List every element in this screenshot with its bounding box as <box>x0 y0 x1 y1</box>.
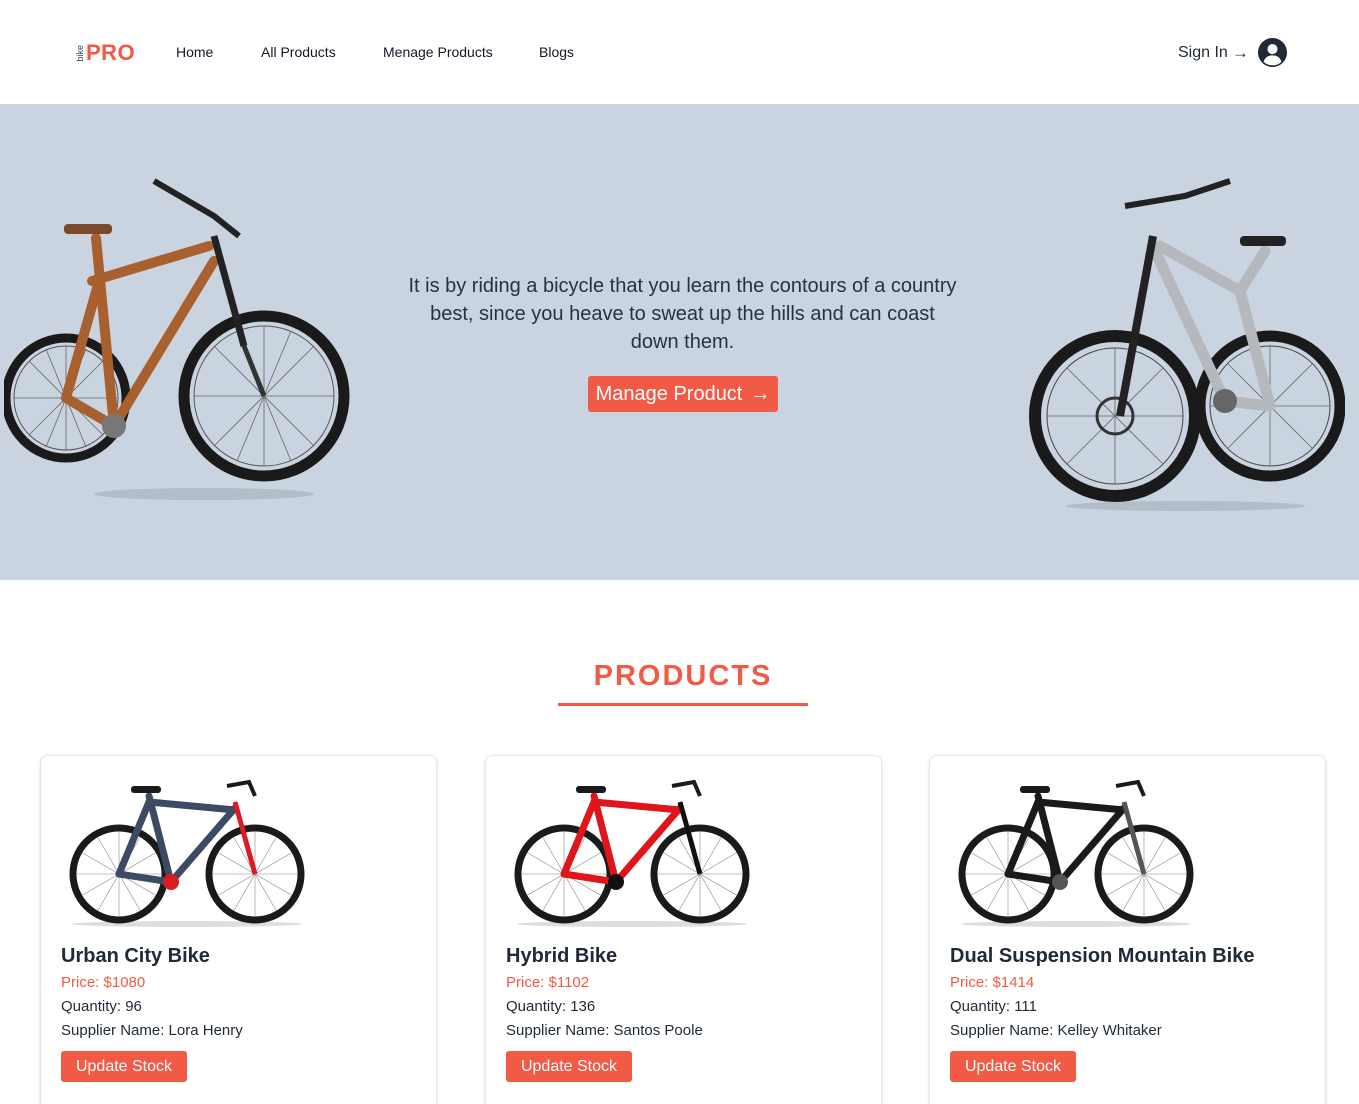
nav-link-manage-products[interactable]: Menage Products <box>383 44 493 60</box>
logo-main-text: PRO <box>86 40 136 65</box>
hero-banner: It is by riding a bicycle that you learn… <box>0 104 1359 580</box>
product-quantity: Quantity: 111 <box>950 998 1037 1015</box>
product-card: Dual Suspension Mountain Bike Price: $14… <box>929 755 1326 1104</box>
product-price: Price: $1080 <box>61 974 146 991</box>
product-supplier: Supplier Name: Santos Poole <box>506 1022 703 1039</box>
logo[interactable]: bike PRO <box>75 40 136 66</box>
products-heading: PRODUCTS <box>593 660 773 692</box>
navbar: bike PRO Home All Products Menage Produc… <box>0 0 1359 104</box>
silver-bike-image <box>1029 178 1345 511</box>
product-name: Hybrid Bike <box>506 945 618 967</box>
update-stock-button[interactable]: Update Stock <box>506 1051 632 1082</box>
product-quantity: Quantity: 136 <box>506 998 596 1015</box>
arrow-right-icon: → <box>1231 43 1249 62</box>
sign-in-link[interactable]: Sign In → <box>1178 43 1249 63</box>
manage-product-label: Manage Product <box>595 382 743 405</box>
sign-in-label: Sign In <box>1178 44 1228 61</box>
product-price: Price: $1102 <box>506 974 590 991</box>
orange-bike-image <box>4 178 350 500</box>
nav-link-blogs[interactable]: Blogs <box>539 44 574 60</box>
product-card: Hybrid Bike Price: $1102 Quantity: 136 S… <box>485 755 882 1104</box>
manage-product-button[interactable]: Manage Product → <box>588 376 778 412</box>
products-heading-underline <box>558 703 808 706</box>
product-image-urban-city-bike <box>69 779 305 927</box>
product-card: Urban City Bike Price: $1080 Quantity: 9… <box>40 755 437 1104</box>
hero-quote: It is by riding a bicycle that you learn… <box>408 275 957 353</box>
update-stock-button[interactable]: Update Stock <box>61 1051 187 1082</box>
nav-link-all-products[interactable]: All Products <box>261 44 336 60</box>
product-quantity: Quantity: 96 <box>61 998 142 1015</box>
product-price: Price: $1414 <box>950 974 1035 991</box>
nav-link-home[interactable]: Home <box>176 44 213 60</box>
user-circle-icon[interactable] <box>1257 37 1288 68</box>
product-supplier: Supplier Name: Kelley Whitaker <box>950 1022 1162 1039</box>
product-supplier: Supplier Name: Lora Henry <box>61 1022 243 1039</box>
product-name: Dual Suspension Mountain Bike <box>950 945 1255 967</box>
arrow-right-icon: → <box>750 382 771 405</box>
product-name: Urban City Bike <box>61 945 210 967</box>
update-stock-button[interactable]: Update Stock <box>950 1051 1076 1082</box>
logo-small-text: bike <box>75 44 85 62</box>
product-image-dual-suspension-mountain-bike <box>958 779 1194 927</box>
product-image-hybrid-bike <box>514 779 750 927</box>
